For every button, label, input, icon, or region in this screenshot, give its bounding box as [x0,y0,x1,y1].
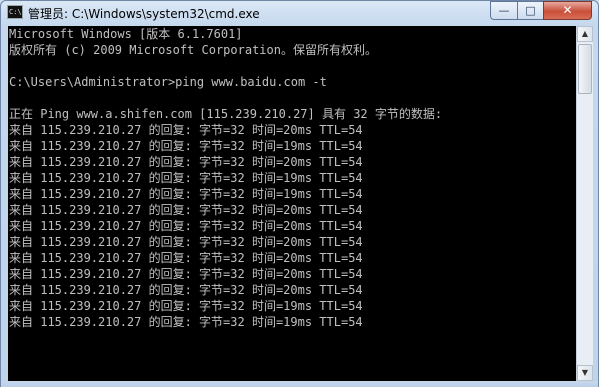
console-line: 来自 115.239.210.27 的回复: 字节=32 时间=19ms TTL… [9,187,363,201]
console-line: Microsoft Windows [版本 6.1.7601] [9,27,243,41]
console-line: C:\Users\Administrator>ping www.baidu.co… [9,75,327,89]
cmd-window: C:\ 管理员: C:\Windows\system32\cmd.exe — □… [0,0,599,387]
console-line: 来自 115.239.210.27 的回复: 字节=32 时间=20ms TTL… [9,267,363,281]
console-line: 来自 115.239.210.27 的回复: 字节=32 时间=19ms TTL… [9,171,363,185]
console-output[interactable]: Microsoft Windows [版本 6.1.7601] 版权所有 (c)… [8,26,576,381]
window-bottom-border [1,381,598,387]
console-line: 来自 115.239.210.27 的回复: 字节=32 时间=20ms TTL… [9,203,363,217]
console-line: 来自 115.239.210.27 的回复: 字节=32 时间=20ms TTL… [9,155,363,169]
console-line: 来自 115.239.210.27 的回复: 字节=32 时间=20ms TTL… [9,235,363,249]
title-bar[interactable]: C:\ 管理员: C:\Windows\system32\cmd.exe — □… [1,1,598,25]
scroll-thumb[interactable] [578,44,592,94]
console-line: 来自 115.239.210.27 的回复: 字节=32 时间=19ms TTL… [9,299,363,313]
cmd-app-icon[interactable]: C:\ [7,5,23,19]
close-button[interactable]: ✕ [543,1,592,20]
console-line: 版权所有 (c) 2009 Microsoft Corporation。保留所有… [9,43,377,57]
console-line: 来自 115.239.210.27 的回复: 字节=32 时间=20ms TTL… [9,251,363,265]
console-line: 来自 115.239.210.27 的回复: 字节=32 时间=20ms TTL… [9,219,363,233]
maximize-button[interactable]: □ [517,1,544,20]
vertical-scrollbar[interactable]: ▲ ▼ [576,26,593,381]
scroll-down-icon[interactable]: ▼ [577,365,593,381]
scroll-up-icon[interactable]: ▲ [577,26,593,42]
console-line: 来自 115.239.210.27 的回复: 字节=32 时间=20ms TTL… [9,283,363,297]
console-line: 正在 Ping www.a.shifen.com [115.239.210.27… [9,107,443,121]
window-title: 管理员: C:\Windows\system32\cmd.exe [28,7,260,21]
console-line: 来自 115.239.210.27 的回复: 字节=32 时间=19ms TTL… [9,315,363,329]
minimize-button[interactable]: — [490,1,518,20]
console-line: 来自 115.239.210.27 的回复: 字节=32 时间=20ms TTL… [9,123,363,137]
console-line: 来自 115.239.210.27 的回复: 字节=32 时间=19ms TTL… [9,139,363,153]
